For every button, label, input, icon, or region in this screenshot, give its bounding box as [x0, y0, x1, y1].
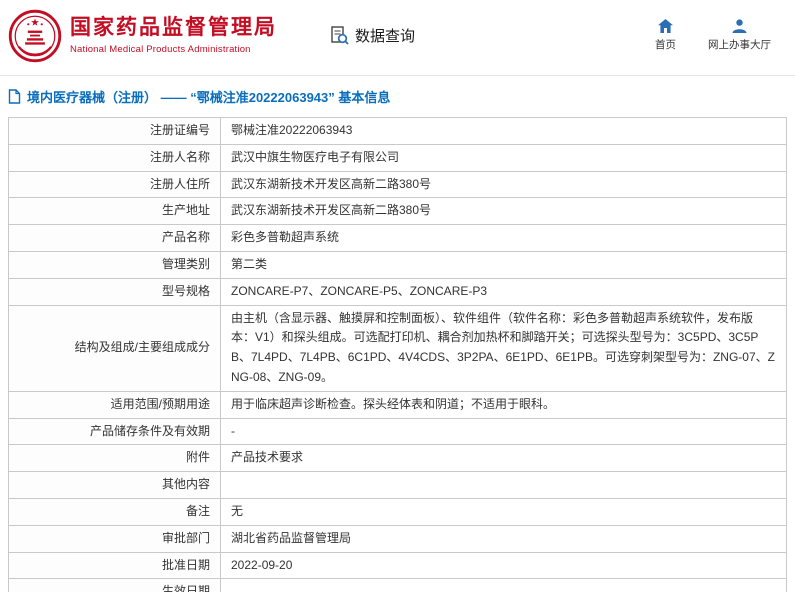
- row-label: 型号规格: [8, 277, 221, 306]
- row-label: 审批部门: [8, 524, 221, 553]
- document-icon: [8, 89, 21, 104]
- row-value: 第二类: [220, 250, 787, 279]
- row-label: 注册证编号: [8, 117, 221, 145]
- table-row: 注册证编号 鄂械注准20222063943: [8, 117, 787, 145]
- row-label: 产品储存条件及有效期: [8, 417, 221, 446]
- row-value: 彩色多普勒超声系统: [220, 224, 787, 252]
- row-label: 附件: [8, 444, 221, 473]
- row-label: 批准日期: [8, 551, 221, 580]
- agency-name-block: 国家药品监督管理局 National Medical Products Admi…: [70, 16, 277, 54]
- national-emblem-icon: [8, 9, 62, 62]
- table-row: 适用范围/预期用途 用于临床超声诊断检查。探头经体表和阴道；不适用于眼科。: [8, 390, 787, 419]
- data-query-label: 数据查询: [355, 28, 416, 45]
- table-row: 型号规格 ZONCARE-P7、ZONCARE-P5、ZONCARE-P3: [8, 277, 787, 306]
- row-label: 产品名称: [8, 224, 221, 252]
- row-value: [220, 578, 787, 592]
- row-value: 鄂械注准20222063943: [220, 117, 787, 145]
- row-value: 产品技术要求: [220, 444, 787, 473]
- row-value: 武汉东湖新技术开发区高新二路380号: [220, 197, 787, 226]
- row-label: 其他内容: [8, 471, 221, 499]
- person-icon: [732, 19, 747, 33]
- table-row: 产品储存条件及有效期 -: [8, 417, 787, 446]
- row-label: 适用范围/预期用途: [8, 390, 221, 419]
- row-label: 注册人名称: [8, 143, 221, 172]
- table-row: 生效日期: [8, 578, 787, 592]
- registration-info-table: 注册证编号 鄂械注准20222063943 注册人名称 武汉中旗生物医疗电子有限公司…: [8, 117, 787, 592]
- table-row: 注册人住所 武汉东湖新技术开发区高新二路380号: [8, 170, 787, 199]
- row-value: 武汉东湖新技术开发区高新二路380号: [220, 170, 787, 199]
- row-value: [220, 471, 787, 499]
- table-row: 管理类别 第二类: [8, 250, 787, 279]
- table-row: 产品名称 彩色多普勒超声系统: [8, 224, 787, 252]
- agency-name-cn: 国家药品监督管理局: [70, 16, 277, 40]
- nav-home-label: 首页: [655, 39, 676, 51]
- table-row: 其他内容: [8, 471, 787, 499]
- row-value: -: [220, 417, 787, 446]
- row-value: 武汉中旗生物医疗电子有限公司: [220, 143, 787, 172]
- row-value: 湖北省药品监督管理局: [220, 524, 787, 553]
- row-label: 结构及组成/主要组成成分: [8, 304, 221, 392]
- row-label: 生效日期: [8, 578, 221, 592]
- row-value: 用于临床超声诊断检查。探头经体表和阴道；不适用于眼科。: [220, 390, 787, 419]
- agency-brand: 国家药品监督管理局 National Medical Products Admi…: [8, 9, 277, 63]
- table-row: 注册人名称 武汉中旗生物医疗电子有限公司: [8, 143, 787, 172]
- data-query-icon: [331, 26, 349, 45]
- row-label: 注册人住所: [8, 170, 221, 199]
- row-value: 无: [220, 497, 787, 526]
- row-value: 2022-09-20: [220, 551, 787, 580]
- table-row: 生产地址 武汉东湖新技术开发区高新二路380号: [8, 197, 787, 226]
- nav-home[interactable]: 首页: [655, 19, 676, 52]
- site-header: 国家药品监督管理局 National Medical Products Admi…: [0, 0, 795, 76]
- row-label: 管理类别: [8, 250, 221, 279]
- table-row: 批准日期 2022-09-20: [8, 551, 787, 580]
- table-row: 附件 产品技术要求: [8, 444, 787, 473]
- row-label: 备注: [8, 497, 221, 526]
- top-nav: 首页 网上办事大厅: [655, 19, 771, 52]
- page-title: 境内医疗器械（注册） —— “鄂械注准20222063943” 基本信息: [27, 90, 391, 105]
- row-value: 由主机（含显示器、触摸屏和控制面板）、软件组件（软件名称：彩色多普勒超声系统软件…: [220, 304, 787, 392]
- table-row: 备注无: [8, 497, 787, 526]
- nav-data-query[interactable]: 数据查询: [329, 25, 415, 46]
- agency-name-en: National Medical Products Administration: [70, 43, 251, 55]
- row-value: ZONCARE-P7、ZONCARE-P5、ZONCARE-P3: [220, 277, 787, 306]
- nav-online-hall-label: 网上办事大厅: [708, 39, 771, 51]
- home-icon: [658, 19, 673, 33]
- row-label: 生产地址: [8, 197, 221, 226]
- nav-online-hall[interactable]: 网上办事大厅: [708, 19, 771, 52]
- table-row: 结构及组成/主要组成成分 由主机（含显示器、触摸屏和控制面板）、软件组件（软件名称…: [8, 304, 787, 392]
- breadcrumb: 境内医疗器械（注册） —— “鄂械注准20222063943” 基本信息: [0, 76, 795, 115]
- table-row: 审批部门 湖北省药品监督管理局: [8, 524, 787, 553]
